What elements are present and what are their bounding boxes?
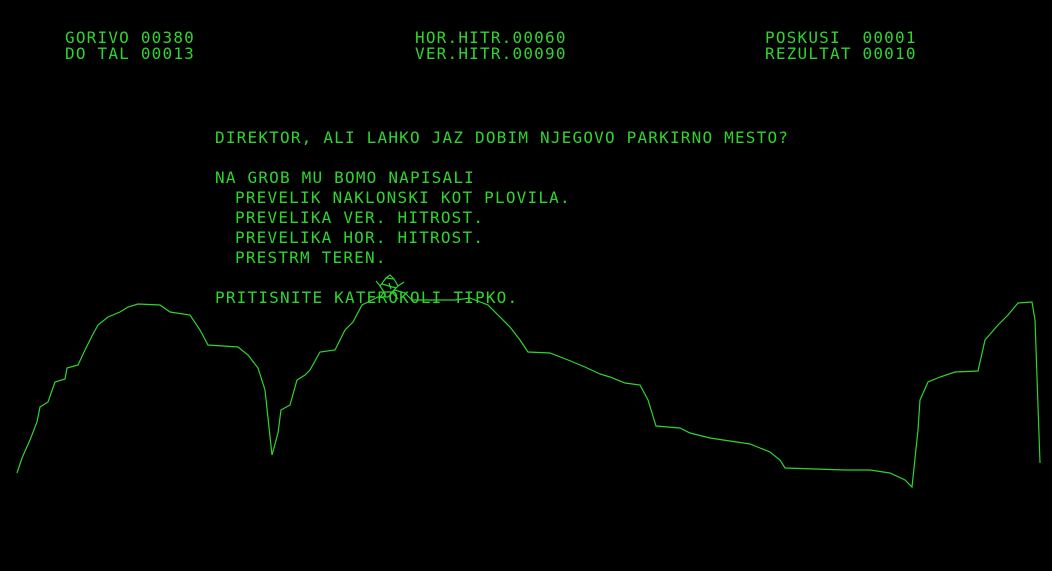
press-any-key-prompt: PRITISNITE KATEROKOLI TIPKO. xyxy=(215,288,519,307)
reason-item: PREVELIK NAKLONSKI KOT PLOVILA. xyxy=(235,188,571,207)
reason-item: PRESTRM TEREN. xyxy=(235,248,387,267)
reason-item: PREVELIKA VER. HITROST. xyxy=(235,208,485,227)
terrain-graph xyxy=(16,289,1041,489)
epitaph-heading: NA GROB MU BOMO NAPISALI xyxy=(215,168,475,187)
game-screen[interactable]: GORIVO 00380 DO TAL 00013 HOR.HITR.00060… xyxy=(0,0,1052,571)
director-line: DIREKTOR, ALI LAHKO JAZ DOBIM NJEGOVO PA… xyxy=(215,128,790,147)
terrain-line xyxy=(16,289,1041,489)
reason-item: PREVELIKA HOR. HITROST. xyxy=(235,228,485,247)
